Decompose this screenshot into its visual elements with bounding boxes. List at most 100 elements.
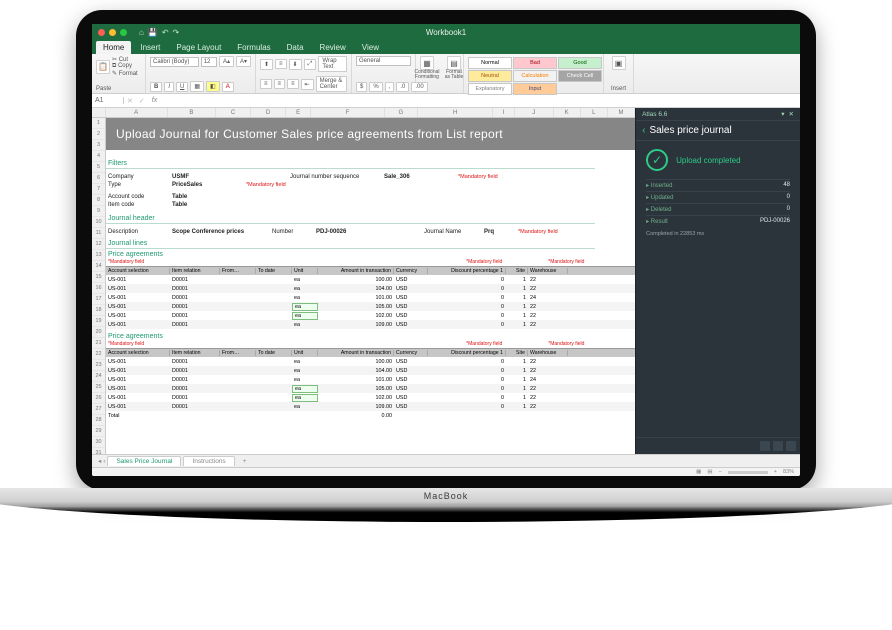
- increase-font-button[interactable]: A▴: [219, 56, 234, 67]
- table-row[interactable]: US-001D0001ea104.00USD0122: [106, 366, 635, 375]
- tab-home[interactable]: Home: [96, 41, 131, 54]
- tab-formulas[interactable]: Formulas: [230, 41, 277, 54]
- row-header[interactable]: 12: [92, 239, 105, 250]
- col-header[interactable]: C: [216, 108, 251, 117]
- row-header[interactable]: 27: [92, 404, 105, 415]
- align-right-button[interactable]: ≡: [287, 79, 299, 89]
- tab-data[interactable]: Data: [280, 41, 311, 54]
- row-header[interactable]: 25: [92, 382, 105, 393]
- table-row[interactable]: US-001D0001ea102.00USD0122: [106, 311, 635, 320]
- row-header[interactable]: 20: [92, 327, 105, 338]
- row-header[interactable]: 22: [92, 349, 105, 360]
- align-top-button[interactable]: ⬆: [260, 59, 273, 70]
- account-code-value[interactable]: Table: [172, 194, 242, 200]
- first-sheet-icon[interactable]: ◂: [98, 457, 101, 465]
- panel-close-icon[interactable]: ✕: [789, 110, 794, 118]
- zoom-level[interactable]: 83%: [783, 469, 794, 475]
- row-header[interactable]: 21: [92, 338, 105, 349]
- row-header[interactable]: 11: [92, 228, 105, 239]
- enter-formula-icon[interactable]: ✓: [136, 97, 148, 105]
- row-header[interactable]: 29: [92, 426, 105, 437]
- table-row[interactable]: US-001D0001ea105.00USD0122: [106, 302, 635, 311]
- cancel-formula-icon[interactable]: ✕: [124, 97, 136, 105]
- indent-button[interactable]: ⇤: [301, 79, 314, 90]
- row-header[interactable]: 4: [92, 151, 105, 162]
- cell-style-explanatory[interactable]: Explanatory: [468, 83, 512, 95]
- row-header[interactable]: 28: [92, 415, 105, 426]
- col-header[interactable]: H: [418, 108, 494, 117]
- row-header[interactable]: 9: [92, 206, 105, 217]
- copy-button[interactable]: ⧉ Copy: [112, 63, 138, 70]
- fill-color-button[interactable]: ◧: [206, 81, 220, 92]
- align-mid-button[interactable]: ≡: [275, 59, 287, 69]
- table-row[interactable]: US-001D0001ea101.00USD0124: [106, 293, 635, 302]
- desc-value[interactable]: Scope Conference prices: [172, 229, 268, 235]
- currency-button[interactable]: $: [356, 82, 367, 92]
- tab-view[interactable]: View: [355, 41, 386, 54]
- col-header[interactable]: L: [581, 108, 608, 117]
- col-header[interactable]: I: [493, 108, 514, 117]
- font-name-select[interactable]: Calibri (Body): [150, 57, 199, 67]
- col-header[interactable]: B: [168, 108, 216, 117]
- cut-button[interactable]: ✂ Cut: [112, 56, 138, 63]
- number-format-select[interactable]: General: [356, 56, 411, 66]
- table-row[interactable]: US-001D0001ea105.00USD0122: [106, 384, 635, 393]
- row-header[interactable]: 8: [92, 195, 105, 206]
- table-row[interactable]: US-001D0001ea101.00USD0124: [106, 375, 635, 384]
- journal-name-value[interactable]: Prq: [484, 229, 514, 235]
- inc-dec-button[interactable]: .0: [396, 82, 409, 92]
- table-row[interactable]: US-001D0001ea109.00USD0122: [106, 320, 635, 329]
- font-color-button[interactable]: A: [222, 82, 234, 92]
- col-header[interactable]: E: [286, 108, 311, 117]
- align-bot-button[interactable]: ⬇: [289, 59, 302, 70]
- row-header[interactable]: 18: [92, 305, 105, 316]
- row-header[interactable]: 3: [92, 140, 105, 151]
- bold-button[interactable]: B: [150, 82, 162, 92]
- tab-review[interactable]: Review: [313, 41, 353, 54]
- cells-area[interactable]: Upload Journal for Customer Sales price …: [106, 118, 635, 454]
- panel-footer-icon[interactable]: [786, 441, 796, 451]
- font-size-select[interactable]: 12: [201, 57, 217, 67]
- row-header[interactable]: 23: [92, 360, 105, 371]
- conditional-formatting-icon[interactable]: ▦: [420, 56, 434, 70]
- cell-style-normal[interactable]: Normal: [468, 57, 512, 69]
- decrease-font-button[interactable]: A▾: [236, 56, 251, 67]
- zoom-out-icon[interactable]: −: [719, 469, 722, 475]
- align-left-button[interactable]: ≡: [260, 79, 272, 89]
- col-header[interactable]: K: [554, 108, 581, 117]
- cell-style-bad[interactable]: Bad: [513, 57, 557, 69]
- item-code-value[interactable]: Table: [172, 202, 242, 208]
- table-row[interactable]: US-001D0001ea104.00USD0122: [106, 284, 635, 293]
- back-icon[interactable]: ‹: [642, 125, 645, 136]
- row-header[interactable]: 19: [92, 316, 105, 327]
- type-value[interactable]: PriceSales: [172, 182, 242, 188]
- row-header[interactable]: 10: [92, 217, 105, 228]
- paste-icon[interactable]: 📋: [96, 60, 110, 74]
- col-header[interactable]: J: [515, 108, 554, 117]
- align-center-button[interactable]: ≡: [274, 79, 286, 89]
- row-header[interactable]: 16: [92, 283, 105, 294]
- view-normal-icon[interactable]: ▦: [696, 469, 701, 475]
- zoom-slider[interactable]: [728, 471, 768, 474]
- view-page-icon[interactable]: ▤: [707, 469, 712, 475]
- col-header[interactable]: F: [311, 108, 385, 117]
- underline-button[interactable]: U: [176, 82, 188, 92]
- insert-cells-icon[interactable]: ▣: [612, 56, 626, 70]
- table-row[interactable]: US-001D0001ea109.00USD0122: [106, 402, 635, 411]
- row-header[interactable]: 26: [92, 393, 105, 404]
- row-header[interactable]: 5: [92, 162, 105, 173]
- prev-sheet-icon[interactable]: ‹: [103, 458, 105, 465]
- col-header[interactable]: M: [608, 108, 635, 117]
- row-header[interactable]: 15: [92, 272, 105, 283]
- border-button[interactable]: ▦: [190, 81, 204, 92]
- sheet-tab-sales-price-journal[interactable]: Sales Price Journal: [107, 456, 181, 466]
- col-header[interactable]: G: [385, 108, 418, 117]
- format-button[interactable]: ✎ Format: [112, 70, 138, 77]
- merge-button[interactable]: Merge & Center: [316, 76, 347, 92]
- cell-style-calculation[interactable]: Calculation: [513, 70, 557, 82]
- panel-menu-icon[interactable]: ▾: [781, 110, 784, 118]
- italic-button[interactable]: I: [164, 82, 174, 92]
- table-row[interactable]: US-001D0001ea100.00USD0122: [106, 357, 635, 366]
- cell-style-good[interactable]: Good: [558, 57, 602, 69]
- row-header[interactable]: 31: [92, 448, 105, 454]
